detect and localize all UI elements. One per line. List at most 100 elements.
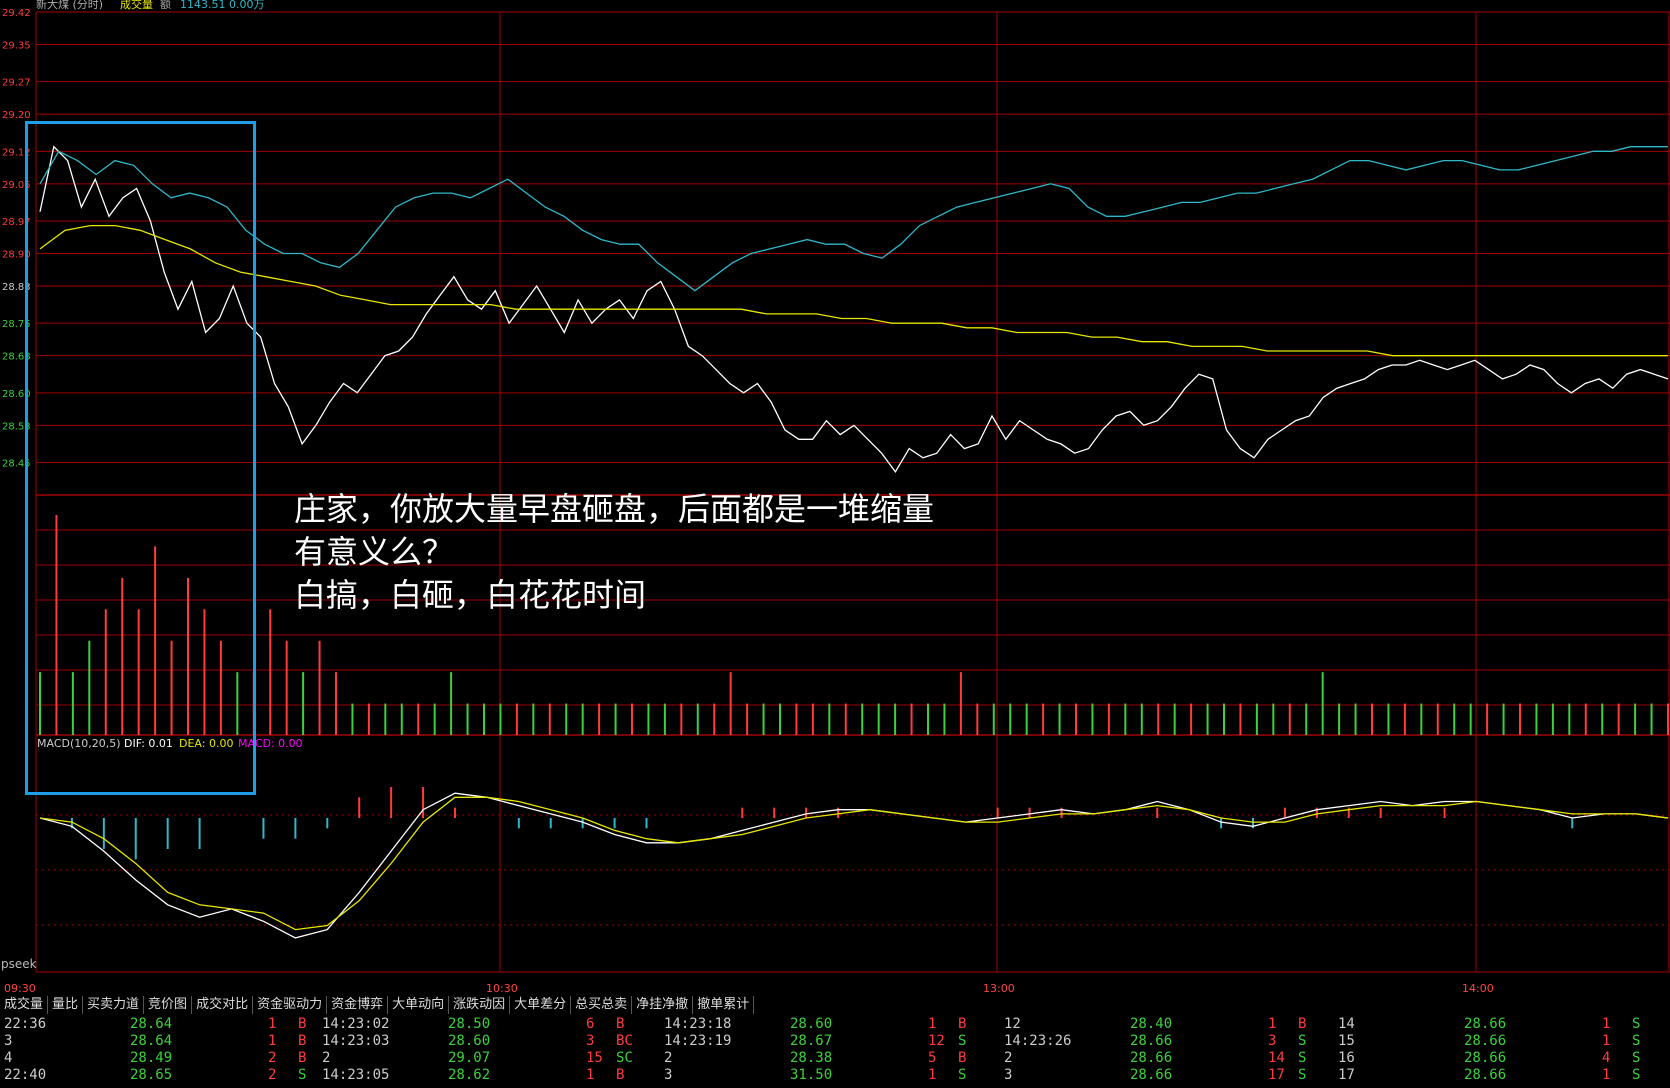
tick-side: S — [1632, 1050, 1641, 1066]
tick-side: S — [298, 1067, 307, 1083]
highlight-box — [25, 121, 256, 795]
tick-side: S — [1632, 1033, 1641, 1049]
tick-price: 28.66 — [1464, 1016, 1507, 1032]
tick-side: S — [1298, 1067, 1307, 1083]
tick-volume: 1 — [1602, 1033, 1611, 1049]
tick-side: SC — [616, 1050, 633, 1066]
tab-7[interactable]: 大单动向 — [388, 996, 450, 1014]
tick-side: S — [1632, 1067, 1641, 1083]
tick-side: S — [1298, 1033, 1307, 1049]
tick-volume: 1 — [268, 1033, 277, 1049]
tick-row: 15 28.66 1 S — [1334, 1033, 1668, 1050]
tick-price: 31.50 — [790, 1067, 833, 1083]
tick-column: 14:23:18 28.60 1 B 14:23:19 28.67 12 S 2 28.38 5 B 3… — [660, 1016, 994, 1088]
annotation-text: 庄家，你放大量早盘砸盘，后面都是一堆缩量 有意义么？ 白搞，白砸，白花花时间 — [294, 488, 934, 617]
tick-column: 22:36 28.64 1 B 3 28.64 1 B 4 28.49 2 B 22:40 28.65 2 S — [0, 1016, 334, 1088]
tick-side: B — [958, 1050, 967, 1066]
tick-volume: 1 — [268, 1016, 277, 1032]
tick-price: 28.66 — [1464, 1050, 1507, 1066]
tick-side: B — [616, 1016, 625, 1032]
tick-price: 28.66 — [1130, 1067, 1173, 1083]
tick-row: 12 28.40 1 B — [1000, 1016, 1334, 1033]
tick-volume: 14 — [1268, 1050, 1285, 1066]
tick-time: 12 — [1004, 1016, 1021, 1032]
tick-time: 14:23:18 — [664, 1016, 732, 1032]
tick-time: 22:36 — [4, 1016, 47, 1032]
tick-column: 14 28.66 1 S 15 28.66 1 S 16 28.66 4 S 17 28.66 1 S — [1334, 1016, 1668, 1088]
price-tick-label: 29.27 — [2, 78, 31, 89]
tab-1[interactable]: 量比 — [48, 996, 84, 1014]
tick-volume: 2 — [268, 1067, 277, 1083]
tick-row: 3 28.66 17 S — [1000, 1067, 1334, 1084]
tick-time: 3 — [664, 1067, 673, 1083]
tick-row: 2 28.38 5 B — [660, 1050, 994, 1067]
tick-time: 2 — [664, 1050, 673, 1066]
tick-time: 3 — [1004, 1067, 1013, 1083]
tick-row: 22:40 28.65 2 S — [0, 1067, 334, 1084]
tick-side: BC — [616, 1033, 633, 1049]
tab-3[interactable]: 竞价图 — [144, 996, 193, 1014]
tab-11[interactable]: 净挂净撤 — [632, 996, 694, 1014]
tick-time: 14:23:02 — [322, 1016, 390, 1032]
tick-row: 16 28.66 4 S — [1334, 1050, 1668, 1067]
tick-price: 28.64 — [130, 1016, 173, 1032]
tick-time: 14:23:19 — [664, 1033, 732, 1049]
tick-row: 22:36 28.64 1 B — [0, 1016, 334, 1033]
tick-row: 14:23:26 28.66 3 S — [1000, 1033, 1334, 1050]
tick-time: 2 — [322, 1050, 331, 1066]
tab-0[interactable]: 成交量 — [0, 996, 49, 1014]
tick-price: 28.65 — [130, 1067, 173, 1083]
time-tick-label: 09:30 — [4, 982, 36, 995]
tick-row: 4 28.49 2 B — [0, 1050, 334, 1067]
tab-12[interactable]: 撤单累计 — [693, 996, 755, 1014]
tick-volume: 1 — [1268, 1016, 1277, 1032]
tick-price: 28.50 — [448, 1016, 491, 1032]
tick-time: 14:23:05 — [322, 1067, 390, 1083]
header-extra: 额 — [160, 0, 171, 11]
tick-side: S — [958, 1033, 967, 1049]
tick-volume: 17 — [1268, 1067, 1285, 1083]
tick-price: 28.64 — [130, 1033, 173, 1049]
tab-4[interactable]: 成交对比 — [192, 996, 254, 1014]
tick-volume: 5 — [928, 1050, 937, 1066]
tick-side: B — [298, 1016, 307, 1032]
tick-side: S — [1632, 1016, 1641, 1032]
tick-price: 28.38 — [790, 1050, 833, 1066]
tick-row: 3 28.64 1 B — [0, 1033, 334, 1050]
tick-volume: 1 — [1602, 1067, 1611, 1083]
tick-time: 14:23:26 — [1004, 1033, 1072, 1049]
tab-10[interactable]: 总买总卖 — [571, 996, 633, 1014]
index-line — [39, 146, 1668, 292]
tick-row: 14:23:05 28.62 1 B — [318, 1067, 652, 1084]
tick-row: 2 29.07 15 SC — [318, 1050, 652, 1067]
tick-column: 12 28.40 1 B 14:23:26 28.66 3 S 2 28.66 14 S 3 28.66 1… — [1000, 1016, 1334, 1088]
tick-time: 2 — [1004, 1050, 1013, 1066]
tab-2[interactable]: 买卖力道 — [83, 996, 145, 1014]
tick-price: 28.40 — [1130, 1016, 1173, 1032]
tick-time: 14:23:03 — [322, 1033, 390, 1049]
tick-side: B — [1298, 1016, 1307, 1032]
tab-9[interactable]: 大单差分 — [510, 996, 572, 1014]
tick-row: 14:23:18 28.60 1 B — [660, 1016, 994, 1033]
price-tick-label: 29.42 — [2, 8, 31, 19]
tick-side: B — [298, 1033, 307, 1049]
tick-volume: 3 — [1268, 1033, 1277, 1049]
tick-time: 14 — [1338, 1016, 1355, 1032]
price-line — [39, 145, 1669, 473]
header-indicator: 成交量 — [120, 0, 153, 11]
tab-6[interactable]: 资金博弈 — [327, 996, 389, 1014]
avg-line — [39, 224, 1668, 357]
annotation-line-1: 庄家，你放大量早盘砸盘，后面都是一堆缩量 — [294, 490, 935, 528]
tick-price: 28.60 — [448, 1033, 491, 1049]
tick-price: 28.60 — [790, 1016, 833, 1032]
tick-price: 28.66 — [1464, 1033, 1507, 1049]
tick-time: 4 — [4, 1050, 13, 1066]
tick-time: 15 — [1338, 1033, 1355, 1049]
tab-8[interactable]: 涨跌动因 — [449, 996, 511, 1014]
time-tick-label: 14:00 — [1462, 982, 1494, 995]
tick-volume: 6 — [586, 1016, 595, 1032]
tab-5[interactable]: 资金驱动力 — [253, 996, 328, 1014]
header-title: 新大煤 (分时) — [36, 0, 103, 11]
tick-volume: 1 — [928, 1067, 937, 1083]
tick-row: 14:23:02 28.50 6 B — [318, 1016, 652, 1033]
